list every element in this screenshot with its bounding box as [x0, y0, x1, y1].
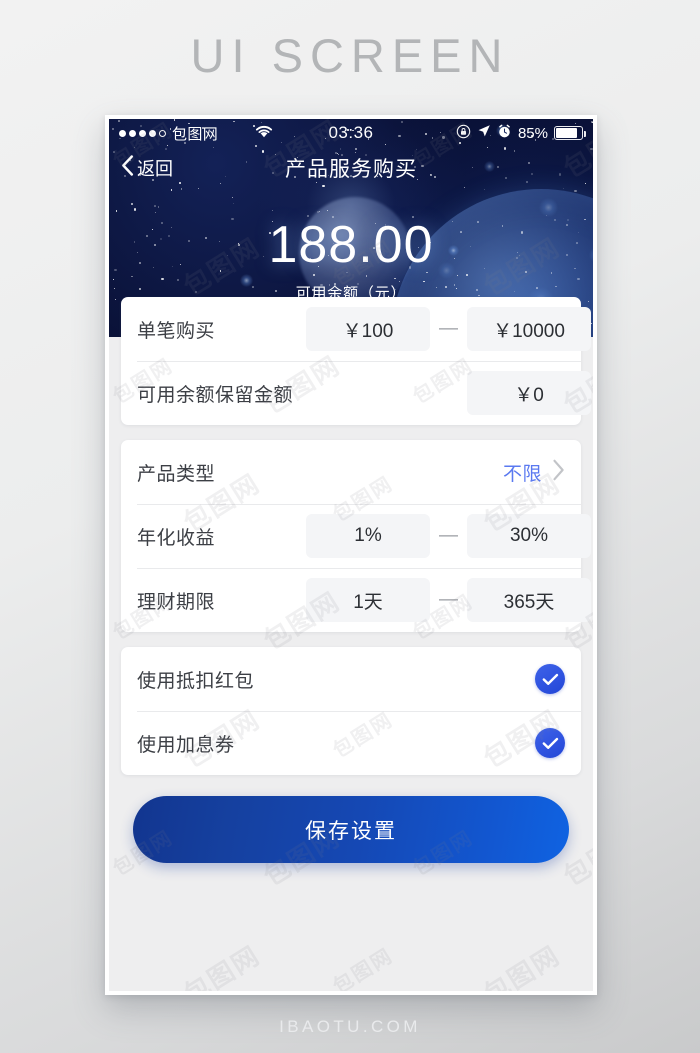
- single-purchase-min-input[interactable]: ￥100: [306, 307, 430, 351]
- use-interest-coupon-checkbox[interactable]: [535, 728, 565, 758]
- annual-return-max-input[interactable]: 30%: [467, 514, 591, 558]
- save-settings-button[interactable]: 保存设置: [133, 796, 569, 863]
- settings-content: 单笔购买 ￥100 — ￥10000 可用余额保留金额 ￥0 产品类型 不限 年…: [109, 297, 593, 863]
- card-purchase-limits: 单笔购买 ￥100 — ￥10000 可用余额保留金额 ￥0: [121, 297, 591, 425]
- range-separator: —: [439, 318, 458, 339]
- investment-term-max-input[interactable]: 365天: [467, 578, 591, 622]
- investment-term-min-input[interactable]: 1天: [306, 578, 430, 622]
- product-type-value[interactable]: 不限: [503, 459, 542, 486]
- use-red-packet-checkbox[interactable]: [535, 664, 565, 694]
- row-product-type[interactable]: 产品类型 不限: [121, 440, 581, 504]
- row-label: 单笔购买: [137, 320, 216, 342]
- status-bar-right: 85%: [456, 124, 587, 143]
- row-single-purchase[interactable]: 单笔购买 ￥100 — ￥10000: [121, 297, 591, 361]
- annual-return-min-input[interactable]: 1%: [306, 514, 430, 558]
- row-reserved-balance[interactable]: 可用余额保留金额 ￥0: [121, 361, 591, 425]
- range-group: 1天 — 365天: [306, 578, 591, 622]
- check-icon: [542, 737, 559, 750]
- nav-bar: 返回 产品服务购买: [109, 147, 593, 189]
- range-separator: —: [439, 525, 458, 546]
- check-icon: [542, 673, 559, 686]
- reserved-balance-input[interactable]: ￥0: [467, 371, 591, 415]
- battery-icon: [554, 126, 587, 140]
- row-investment-term[interactable]: 理财期限 1天 — 365天: [121, 568, 591, 632]
- single-purchase-max-input[interactable]: ￥10000: [467, 307, 591, 351]
- card-coupon-toggles: 使用抵扣红包 使用加息券: [121, 647, 581, 775]
- location-arrow-icon: [477, 124, 491, 142]
- page-title: UI SCREEN: [190, 29, 510, 82]
- row-label: 年化收益: [137, 527, 216, 549]
- range-group: 1% — 30%: [306, 514, 591, 558]
- nav-title: 产品服务购买: [285, 158, 417, 181]
- row-use-interest-coupon[interactable]: 使用加息券: [121, 711, 581, 775]
- row-label: 理财期限: [137, 591, 216, 613]
- page-footer: IBAOTU.COM: [279, 1017, 421, 1036]
- phone-screen: 包图网 03:36 85% 返回 产品服务购买 188.00 可用余额（元） 单…: [109, 119, 593, 991]
- alarm-clock-icon: [497, 124, 512, 143]
- balance-block: 188.00 可用余额（元）: [109, 215, 593, 303]
- chevron-right-icon: [552, 459, 565, 485]
- row-label: 产品类型: [137, 463, 216, 485]
- battery-percent-label: 85%: [517, 124, 548, 142]
- balance-amount: 188.00: [268, 216, 434, 274]
- phone-mockup: 包图网 03:36 85% 返回 产品服务购买 188.00 可用余额（元） 单…: [105, 115, 597, 995]
- row-label: 可用余额保留金额: [137, 384, 294, 406]
- range-separator: —: [439, 589, 458, 610]
- row-label: 使用抵扣红包: [137, 670, 255, 692]
- row-label: 使用加息券: [137, 734, 235, 756]
- card-product-filters: 产品类型 不限 年化收益 1% — 30% 理财期限 1天 — 365天: [121, 440, 591, 632]
- row-use-red-packet[interactable]: 使用抵扣红包: [121, 647, 581, 711]
- save-button-wrap: 保存设置: [121, 790, 581, 863]
- range-group: ￥100 — ￥10000: [306, 307, 591, 351]
- status-bar: 包图网 03:36 85%: [109, 119, 593, 147]
- row-annual-return[interactable]: 年化收益 1% — 30%: [121, 504, 591, 568]
- rotation-lock-icon: [456, 124, 471, 143]
